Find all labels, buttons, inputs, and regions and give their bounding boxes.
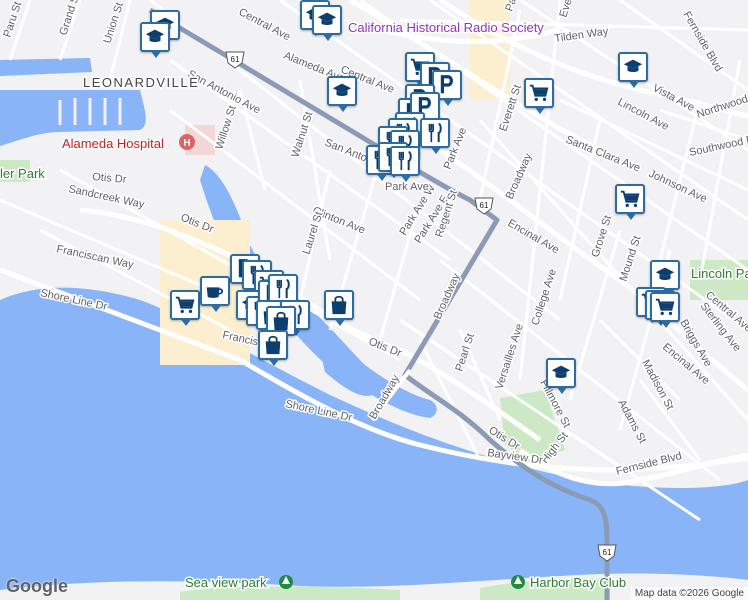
map-marker[interactable] (200, 276, 234, 316)
shopping-cart-icon (170, 290, 200, 320)
marker-pointer (322, 33, 334, 41)
marker-pointer (210, 304, 222, 312)
hospital-label[interactable]: Alameda Hospital (61, 135, 166, 153)
hospital-icon[interactable]: H (179, 134, 195, 150)
ler-park-label[interactable]: ler Park (0, 165, 47, 183)
marker-pointer (337, 104, 349, 112)
map-marker[interactable] (650, 292, 684, 332)
shopping-cart-icon (615, 184, 645, 214)
shopping-bag-icon (324, 290, 354, 320)
marker-pointer (268, 358, 280, 366)
marker-pointer (628, 80, 640, 88)
restaurant-icon (420, 118, 450, 148)
neighborhood-label: LEONARDVILLE (83, 75, 199, 90)
map-attribution[interactable]: Map data ©2026 Google (630, 587, 748, 600)
marker-pointer (430, 146, 442, 154)
map-marker[interactable] (546, 358, 580, 398)
lincoln-park-label[interactable]: Lincoln Park (690, 265, 748, 283)
svg-text:61: 61 (603, 548, 612, 557)
svg-text:61: 61 (231, 55, 240, 64)
google-logo: Google (6, 576, 68, 596)
shopping-cart-icon (650, 292, 680, 322)
school-icon (312, 5, 342, 35)
map-marker[interactable] (420, 118, 454, 158)
marker-pointer (400, 174, 412, 182)
shopping-cart-icon (524, 78, 554, 108)
radio-society-label[interactable]: California Historical Radio Society (347, 19, 546, 37)
map-marker[interactable] (258, 330, 292, 370)
marker-pointer (660, 320, 672, 328)
svg-text:H: H (183, 138, 190, 149)
map-marker[interactable] (140, 22, 174, 62)
map-marker[interactable] (324, 290, 358, 330)
map-marker[interactable] (327, 76, 361, 116)
marker-pointer (180, 318, 192, 326)
sea-view-park-label[interactable]: Sea view park (184, 574, 269, 592)
marker-pointer (625, 212, 637, 220)
map-marker[interactable] (615, 184, 649, 224)
park-icon (279, 575, 293, 589)
marker-pointer (534, 106, 546, 114)
restaurant-icon (390, 146, 420, 176)
park-icon (511, 575, 525, 589)
shopping-bag-icon (258, 330, 288, 360)
svg-text:61: 61 (480, 201, 489, 210)
school-icon (327, 76, 357, 106)
marker-pointer (150, 50, 162, 58)
map-marker[interactable] (390, 146, 424, 186)
map-marker[interactable] (618, 52, 652, 92)
map-marker[interactable] (524, 78, 558, 118)
school-icon (650, 260, 680, 290)
school-icon (618, 52, 648, 82)
harbor-bay-club-label[interactable]: Harbor Bay Club (529, 574, 628, 592)
marker-pointer (556, 386, 568, 394)
map-marker[interactable] (170, 290, 204, 330)
map-marker[interactable] (312, 5, 346, 45)
school-icon (546, 358, 576, 388)
school-icon (140, 22, 170, 52)
cafe-icon (200, 276, 230, 306)
marker-pointer (334, 318, 346, 326)
